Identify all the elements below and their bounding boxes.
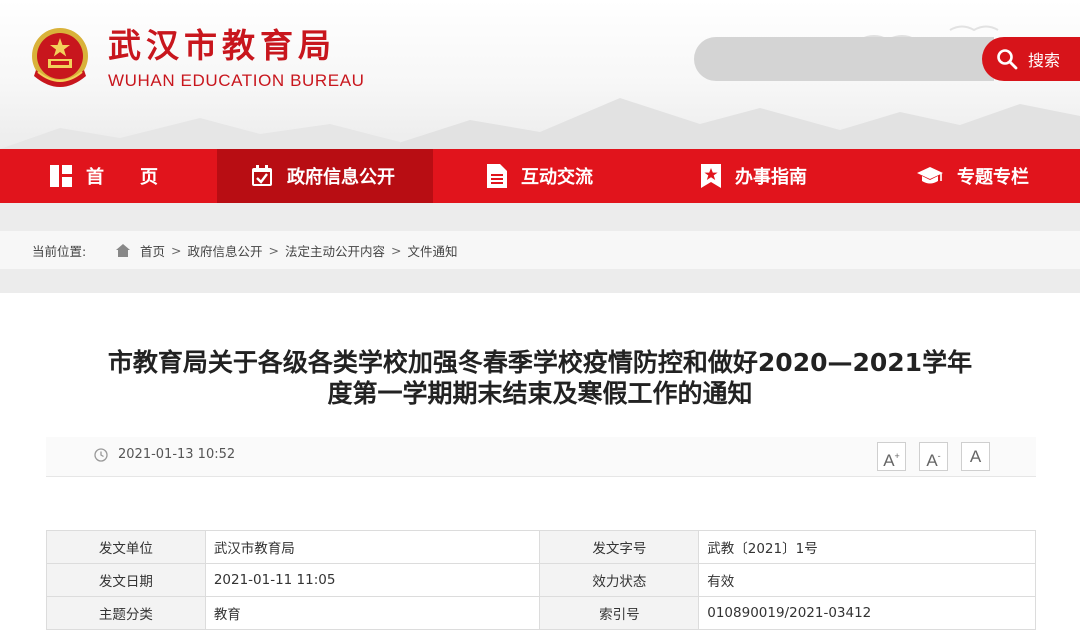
info-value: 教育 [204,596,541,630]
home-icon [116,243,130,257]
breadcrumb-separator: > [268,242,279,258]
breadcrumb-item-legal[interactable]: 法定主动公开内容 [285,241,385,260]
clock-icon [94,447,108,462]
document-info-table: 发文单位 武汉市教育局 发文字号 武教〔2021〕1号 发文日期 2021-01… [46,530,1036,630]
main-nav: 首 页 政府信息公开 互动交流 办事指南 专题专栏 [0,149,1080,203]
site-subtitle: WUHAN EDUCATION BUREAU [108,71,365,90]
site-title[interactable]: 武汉市教育局 [108,26,336,66]
info-value: 武教〔2021〕1号 [698,530,1036,564]
nav-label: 首 页 [86,167,158,188]
nav-item-gov-info[interactable]: 政府信息公开 [217,149,433,203]
info-value: 武汉市教育局 [204,530,541,564]
graduation-cap-icon [917,167,943,184]
breadcrumb-separator: > [391,242,402,258]
info-value: 2021-01-11 11:05 [204,563,541,597]
search-icon [997,49,1018,70]
info-key: 发文日期 [46,563,206,597]
publish-date: 2021-01-13 10:52 [94,447,235,462]
table-row: 主题分类 教育 索引号 010890019/2021-03412 [46,596,1036,630]
font-decrease-button[interactable]: A- [919,442,948,471]
search-input[interactable] [694,37,994,81]
nav-label: 政府信息公开 [287,167,395,188]
bookmark-star-icon [701,164,721,188]
table-row: 发文单位 武汉市教育局 发文字号 武教〔2021〕1号 [46,530,1036,564]
article-title: 市教育局关于各级各类学校加强冬春季学校疫情防控和做好2020—2021学年 度第… [40,347,1040,409]
info-key: 索引号 [539,596,700,630]
calendar-check-icon [252,165,272,186]
nav-item-home[interactable]: 首 页 [0,149,217,203]
article: 市教育局关于各级各类学校加强冬春季学校疫情防控和做好2020—2021学年 度第… [0,293,1080,638]
table-row: 发文日期 2021-01-11 11:05 效力状态 有效 [46,563,1036,597]
breadcrumb: 当前位置: 首页 > 政府信息公开 > 法定主动公开内容 > 文件通知 [0,231,1080,269]
info-key: 效力状态 [539,563,700,597]
info-key: 发文单位 [46,530,206,564]
nav-label: 互动交流 [521,167,593,188]
search-box: 搜索 [694,37,1080,81]
font-reset-button[interactable]: A [961,442,990,471]
search-button-label: 搜索 [1028,51,1061,70]
breadcrumb-separator: > [171,242,182,258]
breadcrumb-label: 当前位置: [32,243,87,259]
site-header: 武汉市教育局 WUHAN EDUCATION BUREAU 搜索 [0,0,1080,149]
publish-date-text: 2021-01-13 10:52 [118,447,236,462]
nav-item-special[interactable]: 专题专栏 [865,149,1080,203]
font-increase-button[interactable]: A+ [877,442,906,471]
nav-label: 专题专栏 [957,167,1029,188]
article-title-line: 度第一学期期末结束及寒假工作的通知 [327,379,753,408]
info-key: 发文字号 [539,530,700,564]
search-button[interactable]: 搜索 [982,37,1080,81]
article-title-line: 市教育局关于各级各类学校加强冬春季学校疫情防控和做好2020—2021学年 [107,348,973,377]
nav-label: 办事指南 [735,167,807,188]
info-value: 010890019/2021-03412 [698,596,1036,630]
breadcrumb-item-gov-info[interactable]: 政府信息公开 [188,241,263,260]
breadcrumb-item-notices[interactable]: 文件通知 [408,241,458,260]
document-icon [487,164,507,188]
info-value: 有效 [698,563,1036,597]
article-meta-bar: 2021-01-13 10:52 A+ A- A [46,437,1036,477]
nav-item-interaction[interactable]: 互动交流 [433,149,649,203]
info-key: 主题分类 [46,596,206,630]
home-grid-icon [50,165,72,187]
national-emblem-icon[interactable] [28,26,92,92]
nav-item-guide[interactable]: 办事指南 [649,149,865,203]
breadcrumb-item-home[interactable]: 首页 [140,241,165,260]
